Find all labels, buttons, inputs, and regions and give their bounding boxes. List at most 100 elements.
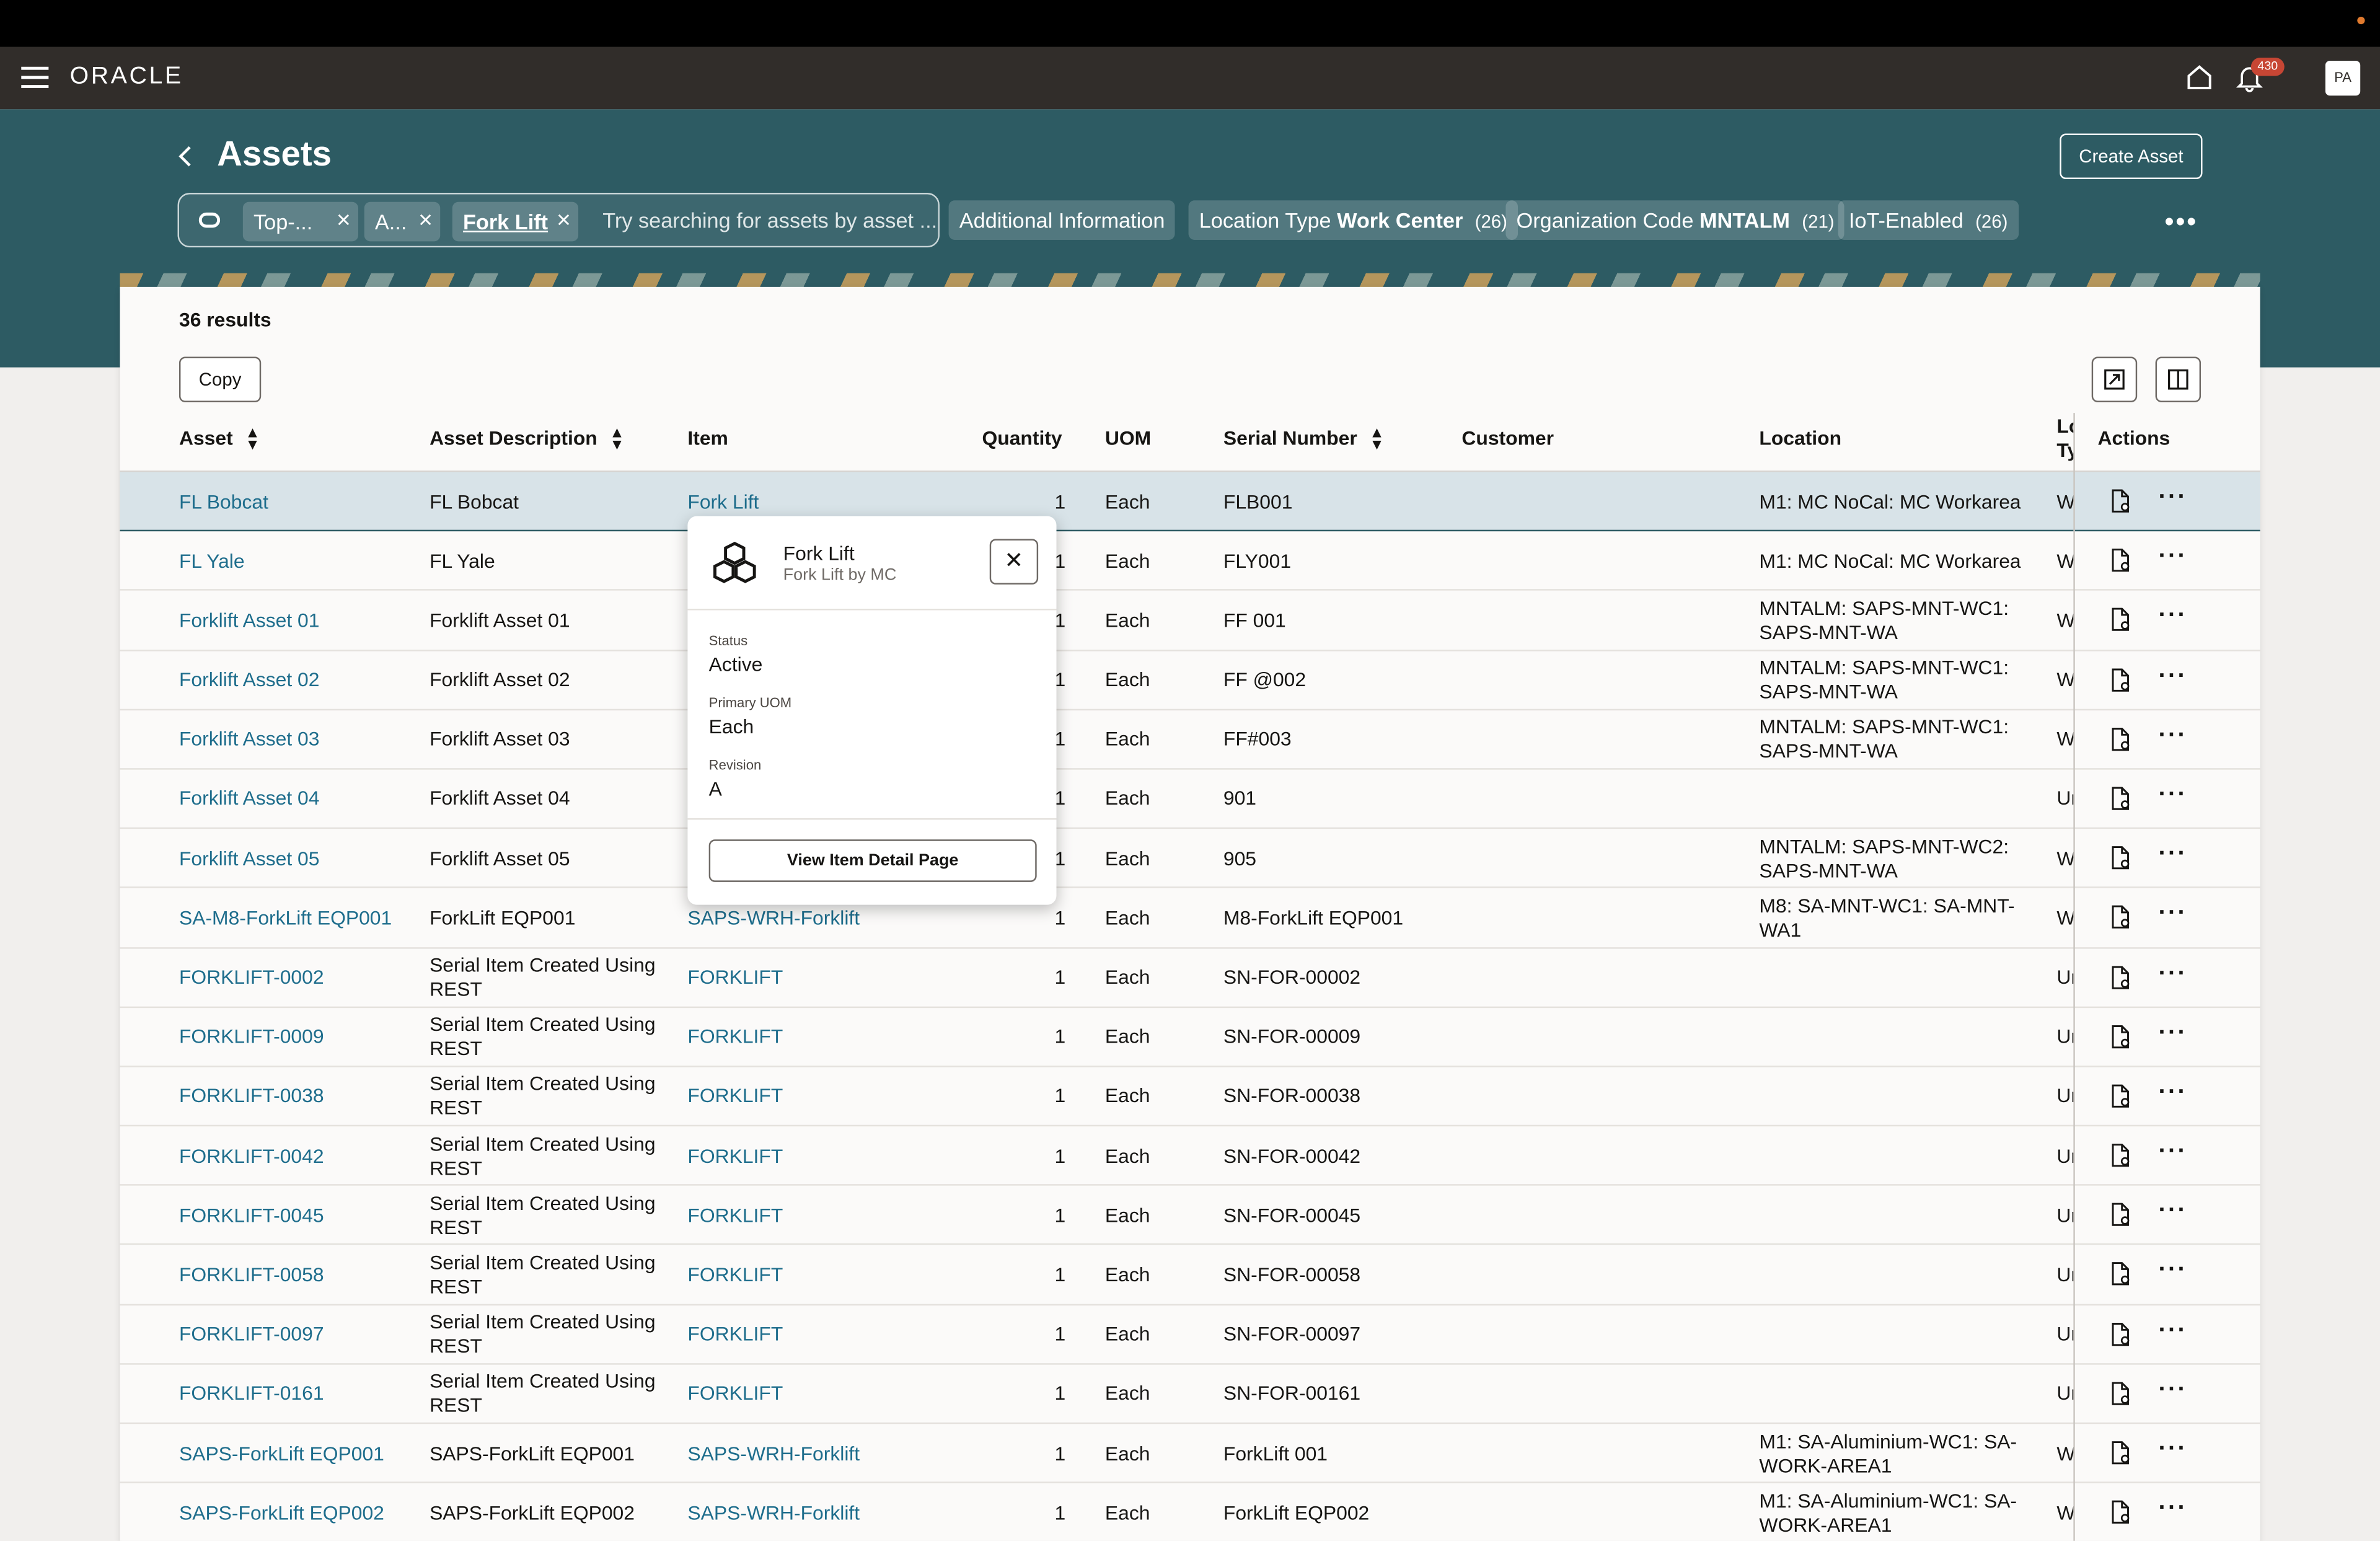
oracle-logo[interactable]: ORACLE — [70, 64, 183, 91]
document-icon[interactable] — [2109, 725, 2133, 753]
col-header-uom[interactable]: UOM — [1105, 426, 1151, 449]
more-icon[interactable]: ··· — [2158, 901, 2187, 928]
filter-iot-enabled[interactable]: IoT-Enabled (26) — [1838, 200, 2019, 240]
filter-additional-information[interactable]: Additional Information — [948, 200, 1176, 240]
asset-link[interactable]: SAPS-ForkLift EQP002 — [179, 1483, 407, 1541]
table-row[interactable]: SA-M8-ForkLift EQP001 ForkLift EQP001 SAPS… — [120, 888, 2260, 948]
close-icon[interactable]: × — [557, 202, 571, 242]
more-icon[interactable]: ··· — [2158, 960, 2187, 987]
col-header-location-type[interactable]: LoTy — [2056, 415, 2073, 463]
document-icon[interactable] — [2109, 1320, 2133, 1348]
hamburger-icon[interactable] — [21, 66, 49, 89]
more-filters-icon[interactable]: ••• — [2164, 206, 2198, 238]
sort-icon[interactable]: ▲ ▼ — [1369, 425, 1384, 453]
asset-link[interactable]: Forklift Asset 04 — [179, 769, 407, 829]
back-chevron-icon[interactable] — [176, 144, 194, 169]
table-row[interactable]: FORKLIFT-0042 Serial Item Created Using R… — [120, 1126, 2260, 1186]
table-row[interactable]: FL Yale FL Yale 1 Each FLY001 M1: MC NoCal: M… — [120, 532, 2260, 591]
more-icon[interactable]: ··· — [2158, 663, 2187, 690]
document-icon[interactable] — [2109, 844, 2133, 872]
document-icon[interactable] — [2109, 1082, 2133, 1110]
more-icon[interactable]: ··· — [2158, 544, 2187, 571]
table-row[interactable]: FORKLIFT-0045 Serial Item Created Using R… — [120, 1186, 2260, 1246]
asset-link[interactable]: Forklift Asset 01 — [179, 591, 407, 651]
document-icon[interactable] — [2109, 963, 2133, 991]
col-header-quantity[interactable]: Quantity — [982, 426, 1062, 449]
close-icon[interactable]: × — [418, 202, 433, 242]
more-icon[interactable]: ··· — [2158, 603, 2187, 630]
document-icon[interactable] — [2109, 1023, 2133, 1050]
home-icon[interactable] — [2184, 62, 2215, 92]
table-row[interactable]: Forklift Asset 04 Forklift Asset 04 1 Each 9… — [120, 769, 2260, 829]
asset-link[interactable]: Forklift Asset 03 — [179, 710, 407, 770]
search-chip-3[interactable]: Fork Lift × — [452, 201, 579, 242]
asset-link[interactable]: FORKLIFT-0097 — [179, 1305, 407, 1364]
col-header-description[interactable]: Asset Description ▲ ▼ — [430, 425, 625, 453]
more-icon[interactable]: ··· — [2158, 722, 2187, 749]
create-asset-button[interactable]: Create Asset — [2060, 133, 2203, 179]
document-icon[interactable] — [2109, 1380, 2133, 1407]
copy-button[interactable]: Copy — [178, 356, 262, 402]
document-icon[interactable] — [2109, 666, 2133, 693]
document-icon[interactable] — [2109, 1439, 2133, 1467]
table-row[interactable]: SAPS-ForkLift EQP002 SAPS-ForkLift EQP002… — [120, 1483, 2260, 1541]
search-input[interactable]: Try searching for assets by asset ... — [602, 208, 937, 232]
export-button[interactable] — [2091, 356, 2138, 402]
table-row[interactable]: Forklift Asset 02 Forklift Asset 02 1 Each F… — [120, 651, 2260, 710]
document-icon[interactable] — [2109, 1201, 2133, 1229]
col-header-asset[interactable]: Asset ▲ ▼ — [179, 425, 260, 453]
asset-link[interactable]: Forklift Asset 05 — [179, 829, 407, 888]
table-row[interactable]: Forklift Asset 05 Forklift Asset 05 1 Each 9… — [120, 829, 2260, 889]
asset-link[interactable]: FORKLIFT-0042 — [179, 1126, 407, 1186]
item-link[interactable]: FORKLIFT — [687, 1007, 961, 1067]
more-icon[interactable]: ··· — [2158, 1317, 2187, 1345]
more-icon[interactable]: ··· — [2158, 484, 2187, 511]
table-row[interactable]: FORKLIFT-0009 Serial Item Created Using R… — [120, 1007, 2260, 1067]
more-icon[interactable]: ··· — [2158, 1496, 2187, 1523]
document-icon[interactable] — [2109, 904, 2133, 931]
document-icon[interactable] — [2109, 1261, 2133, 1288]
item-link[interactable]: FORKLIFT — [687, 1186, 961, 1245]
table-row[interactable]: FORKLIFT-0161 Serial Item Created Using R… — [120, 1364, 2260, 1424]
item-link[interactable]: FORKLIFT — [687, 1067, 961, 1126]
close-icon[interactable]: × — [337, 202, 351, 242]
document-icon[interactable] — [2109, 606, 2133, 634]
asset-link[interactable]: Forklift Asset 02 — [179, 651, 407, 710]
smart-search[interactable]: Top-... × A... × Fork Lift × Try searching … — [177, 193, 940, 248]
more-icon[interactable]: ··· — [2158, 1436, 2187, 1464]
more-icon[interactable]: ··· — [2158, 1198, 2187, 1225]
asset-link[interactable]: FORKLIFT-0161 — [179, 1364, 407, 1424]
table-row[interactable]: FORKLIFT-0097 Serial Item Created Using R… — [120, 1305, 2260, 1365]
more-icon[interactable]: ··· — [2158, 1020, 2187, 1047]
asset-link[interactable]: SA-M8-ForkLift EQP001 — [179, 888, 407, 948]
view-item-detail-button[interactable]: View Item Detail Page — [708, 839, 1037, 882]
col-header-serial[interactable]: Serial Number ▲ ▼ — [1223, 425, 1385, 453]
asset-link[interactable]: FORKLIFT-0002 — [179, 948, 407, 1007]
asset-link[interactable]: FORKLIFT-0045 — [179, 1186, 407, 1245]
col-header-item[interactable]: Item — [687, 426, 728, 449]
document-icon[interactable] — [2109, 487, 2133, 514]
document-icon[interactable] — [2109, 785, 2133, 812]
asset-link[interactable]: FORKLIFT-0009 — [179, 1007, 407, 1067]
more-icon[interactable]: ··· — [2158, 841, 2187, 868]
close-popup-button[interactable]: ✕ — [989, 539, 1039, 585]
more-icon[interactable]: ··· — [2158, 1139, 2187, 1166]
asset-link[interactable]: FORKLIFT-0058 — [179, 1245, 407, 1305]
item-link[interactable]: SAPS-WRH-Forklift — [687, 1424, 961, 1483]
asset-link[interactable]: FL Bobcat — [179, 472, 407, 532]
item-link[interactable]: FORKLIFT — [687, 1126, 961, 1186]
table-row[interactable]: SAPS-ForkLift EQP001 SAPS-ForkLift EQP001… — [120, 1424, 2260, 1484]
item-link[interactable]: FORKLIFT — [687, 948, 961, 1007]
document-icon[interactable] — [2109, 1499, 2133, 1526]
more-icon[interactable]: ··· — [2158, 782, 2187, 809]
sort-icon[interactable]: ▲ ▼ — [609, 425, 624, 453]
table-row[interactable]: FORKLIFT-0002 Serial Item Created Using R… — [120, 948, 2260, 1008]
columns-button[interactable] — [2155, 356, 2202, 402]
avatar[interactable]: PA — [2325, 60, 2361, 96]
item-link[interactable]: SAPS-WRH-Forklift — [687, 1483, 961, 1541]
table-row[interactable]: Forklift Asset 03 Forklift Asset 03 1 Each F… — [120, 710, 2260, 770]
item-link[interactable]: FORKLIFT — [687, 1245, 961, 1305]
sort-icon[interactable]: ▲ ▼ — [245, 425, 260, 453]
asset-link[interactable]: FL Yale — [179, 532, 407, 591]
more-icon[interactable]: ··· — [2158, 1258, 2187, 1285]
